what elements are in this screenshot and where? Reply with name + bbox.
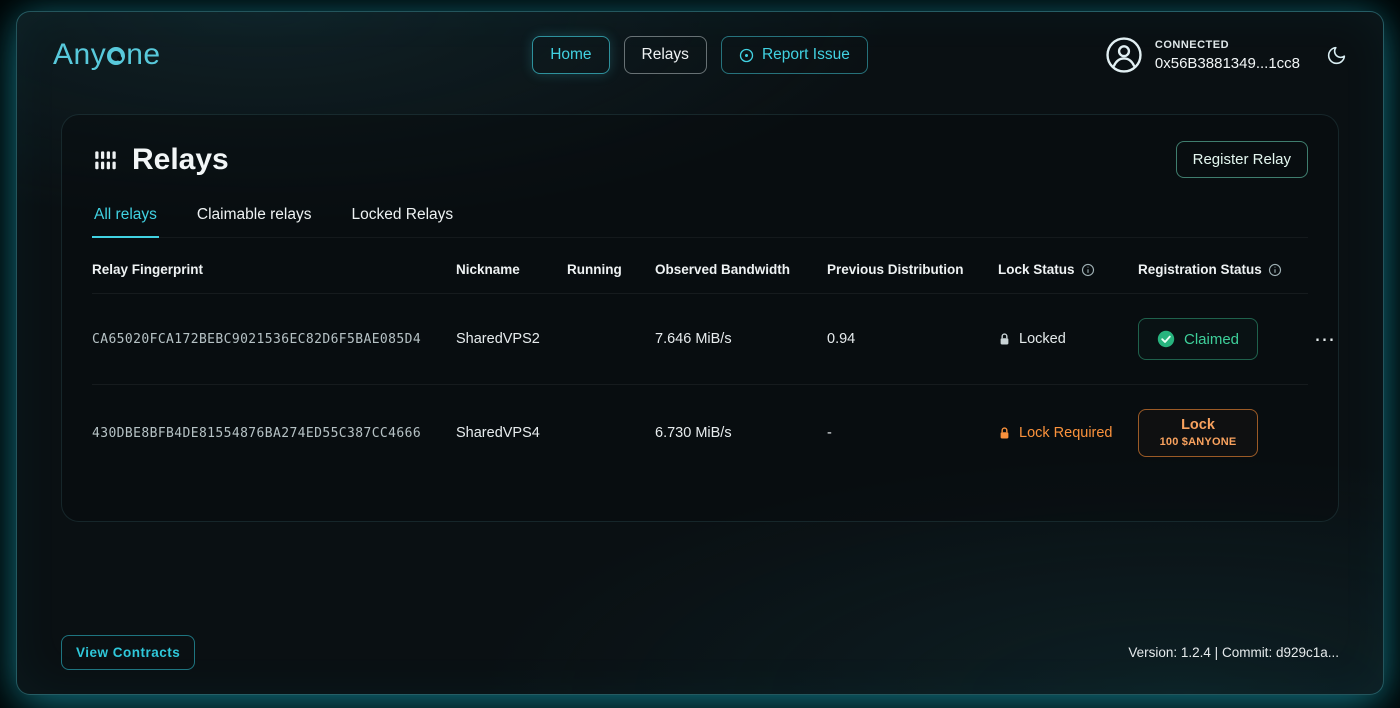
claimed-check-icon: [1157, 330, 1175, 348]
row-more-menu-button[interactable]: ⋯: [1308, 325, 1342, 354]
wallet-address: 0x56B3881349...1cc8: [1155, 55, 1300, 72]
registration-status-info-icon[interactable]: [1268, 263, 1282, 277]
col-relay-fingerprint: Relay Fingerprint: [92, 262, 456, 277]
col-registration-status-label: Registration Status: [1138, 262, 1262, 277]
tab-all-relays[interactable]: All relays: [92, 202, 159, 237]
version-info: Version: 1.2.4 | Commit: d929c1a...: [1128, 645, 1339, 660]
col-lock-status-label: Lock Status: [998, 262, 1075, 277]
relay-nickname: SharedVPS2: [456, 331, 567, 347]
relay-fingerprint: CA65020FCA172BEBC9021536EC82D6F5BAE085D4: [92, 332, 456, 347]
lock-relay-button[interactable]: Lock 100 $ANYONE: [1138, 409, 1258, 457]
logo-o-icon: [107, 47, 125, 65]
col-nickname: Nickname: [456, 262, 567, 277]
page-title: Relays: [132, 143, 229, 177]
previous-distribution: -: [827, 425, 998, 441]
wallet-status: CONNECTED: [1155, 39, 1300, 51]
nav-relays-button[interactable]: Relays: [624, 36, 707, 74]
observed-bandwidth: 6.730 MiB/s: [655, 425, 827, 441]
nav-home-label: Home: [550, 46, 591, 64]
top-bar: Anyne Home Relays Report Issue: [17, 12, 1383, 88]
lock-button-label: Lock: [1181, 417, 1215, 433]
report-issue-button[interactable]: Report Issue: [721, 36, 868, 74]
lock-status-text: Lock Required: [1019, 425, 1113, 441]
moon-icon: [1326, 45, 1347, 66]
relays-grid-icon: [92, 147, 118, 173]
view-contracts-button[interactable]: View Contracts: [61, 635, 195, 670]
nav-relays-label: Relays: [642, 46, 689, 64]
col-previous-distribution: Previous Distribution: [827, 262, 998, 277]
claimed-label: Claimed: [1184, 331, 1239, 348]
col-registration-status: Registration Status: [1138, 262, 1308, 277]
previous-distribution: 0.94: [827, 331, 998, 347]
observed-bandwidth: 7.646 MiB/s: [655, 331, 827, 347]
nav-home-button[interactable]: Home: [532, 36, 609, 74]
table-header: Relay Fingerprint Nickname Running Obser…: [92, 238, 1308, 293]
col-running: Running: [567, 262, 655, 277]
logo-text-right: ne: [126, 38, 160, 72]
report-issue-icon: [739, 48, 754, 63]
lock-status-cell: Locked: [998, 331, 1138, 347]
relay-tabs: All relays Claimable relays Locked Relay…: [92, 202, 1308, 238]
relay-fingerprint: 430DBE8BFB4DE81554876BA274ED55C387CC4666: [92, 426, 456, 441]
app-frame: Anyne Home Relays Report Issue: [16, 11, 1384, 695]
table-row: CA65020FCA172BEBC9021536EC82D6F5BAE085D4…: [92, 293, 1308, 384]
tab-locked-relays[interactable]: Locked Relays: [349, 202, 455, 237]
col-observed-bandwidth: Observed Bandwidth: [655, 262, 827, 277]
dark-mode-toggle[interactable]: [1326, 45, 1347, 66]
lock-button-amount: 100 $ANYONE: [1160, 436, 1237, 448]
relay-nickname: SharedVPS4: [456, 425, 567, 441]
col-lock-status: Lock Status: [998, 262, 1138, 277]
main-nav: Home Relays Report Issue: [532, 36, 868, 74]
anyone-logo[interactable]: Anyne: [53, 38, 161, 72]
lock-status-info-icon[interactable]: [1081, 263, 1095, 277]
claimed-status-button[interactable]: Claimed: [1138, 318, 1258, 360]
lock-icon: [998, 426, 1011, 440]
lock-status-text: Locked: [1019, 331, 1066, 347]
table-row: 430DBE8BFB4DE81554876BA274ED55C387CC4666…: [92, 384, 1308, 481]
avatar-icon: [1105, 36, 1143, 74]
report-issue-label: Report Issue: [762, 46, 850, 64]
logo-text-left: Any: [53, 38, 106, 72]
page-footer: View Contracts Version: 1.2.4 | Commit: …: [17, 635, 1383, 694]
lock-status-cell: Lock Required: [998, 425, 1138, 441]
register-relay-button[interactable]: Register Relay: [1176, 141, 1308, 178]
tab-claimable-relays[interactable]: Claimable relays: [195, 202, 314, 237]
wallet-connection[interactable]: CONNECTED 0x56B3881349...1cc8: [1105, 36, 1300, 74]
relays-panel: Relays Register Relay All relays Claimab…: [61, 114, 1339, 522]
lock-icon: [998, 332, 1011, 346]
